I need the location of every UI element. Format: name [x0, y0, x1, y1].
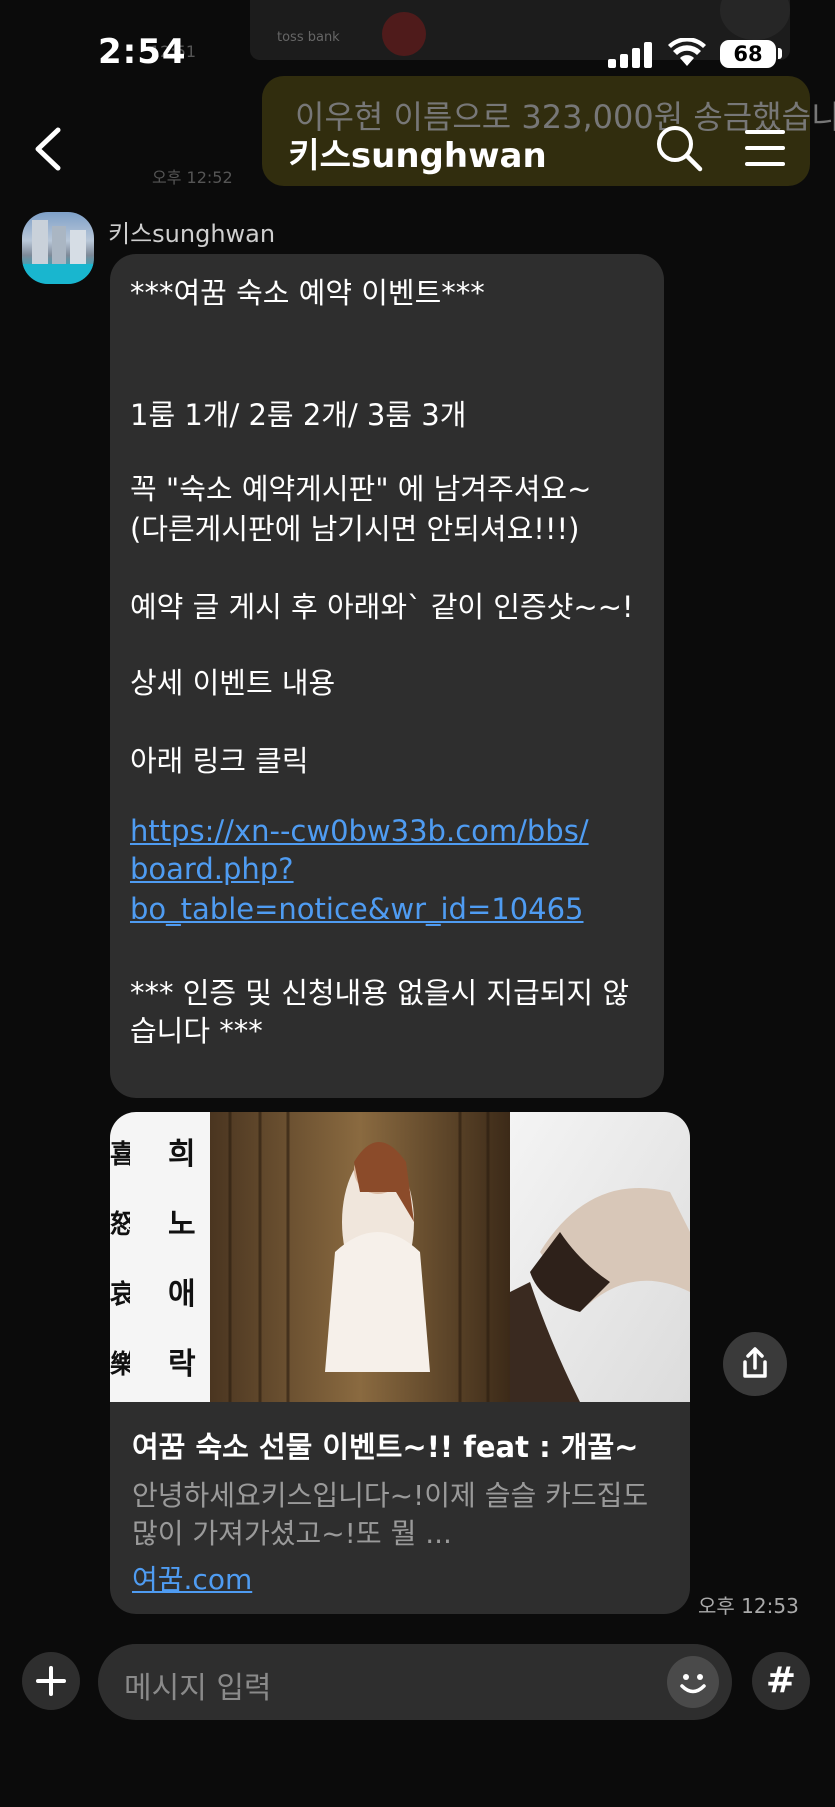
share-button[interactable] — [723, 1332, 787, 1396]
message-link[interactable]: https://xn--cw0bw33b.com/bbs/ — [130, 814, 589, 848]
battery-cap — [778, 48, 782, 59]
plus-icon — [36, 1666, 66, 1696]
message-link[interactable]: bo_table=notice&wr_id=10465 — [130, 892, 584, 926]
message-line: *** 인증 및 신청내용 없을시 지급되지 않 — [130, 976, 630, 1010]
message-line: 상세 이벤트 내용 — [130, 666, 336, 700]
status-time: 2:54 — [98, 32, 187, 72]
message-link[interactable]: board.php? — [130, 852, 294, 886]
background-bank-name: toss bank — [277, 30, 340, 45]
message-line: ***여꿈 숙소 예약 이벤트*** — [130, 276, 485, 310]
share-icon — [743, 1347, 767, 1378]
image-calligraphy-hanja: 喜 怒 哀 樂 — [110, 1140, 130, 1380]
search-icon[interactable] — [655, 124, 703, 172]
smiley-icon — [680, 1674, 706, 1694]
link-preview-description: 많이 가져가셨고~!또 뭘 ... — [132, 1517, 452, 1550]
message-line: 1룸 1개/ 2룸 2개/ 3룸 3개 — [130, 398, 467, 432]
emoji-button[interactable] — [667, 1656, 719, 1708]
link-preview-description: 안녕하세요키스입니다~!이제 슬슬 카드집도 — [132, 1479, 649, 1512]
link-preview-card[interactable]: 희 노 애 락 喜 怒 哀 樂 여꿈 숙소 선물 이벤트~!! feat : 개… — [110, 1112, 690, 1614]
cellular-signal-icon — [608, 42, 654, 68]
message-line: (다른게시판에 남기시면 안되셔요!!!) — [130, 512, 580, 546]
message-line: 습니다 *** — [130, 1014, 263, 1048]
sender-name: 키스sunghwan — [108, 220, 276, 248]
background-bank-logo — [382, 12, 426, 56]
message-input-placeholder: 메시지 입력 — [124, 1671, 272, 1706]
avatar-image — [22, 220, 94, 284]
link-preview-domain[interactable]: 여꿈.com — [132, 1558, 252, 1598]
add-attachment-button[interactable] — [22, 1652, 80, 1710]
chat-title: 키스sunghwan — [288, 136, 547, 176]
link-preview-title: 여꿈 숙소 선물 이벤트~!! feat : 개꿀~ — [132, 1430, 639, 1464]
sender-avatar[interactable] — [22, 212, 94, 284]
message-line: 예약 글 게시 후 아래와` 같이 인증샷~~! — [130, 590, 634, 624]
battery-icon: 68 — [720, 40, 776, 68]
message-timestamp: 오후 12:53 — [698, 1594, 799, 1618]
menu-icon[interactable] — [745, 128, 789, 168]
image-calligraphy: 희 노 애 락 — [168, 1137, 196, 1382]
wifi-icon — [668, 38, 706, 66]
message-line: 아래 링크 클릭 — [130, 744, 309, 778]
message-line: 꼭 "숙소 예약게시판" 에 남겨주셔요~ — [130, 472, 592, 506]
hashtag-search-button[interactable]: # — [752, 1652, 810, 1710]
